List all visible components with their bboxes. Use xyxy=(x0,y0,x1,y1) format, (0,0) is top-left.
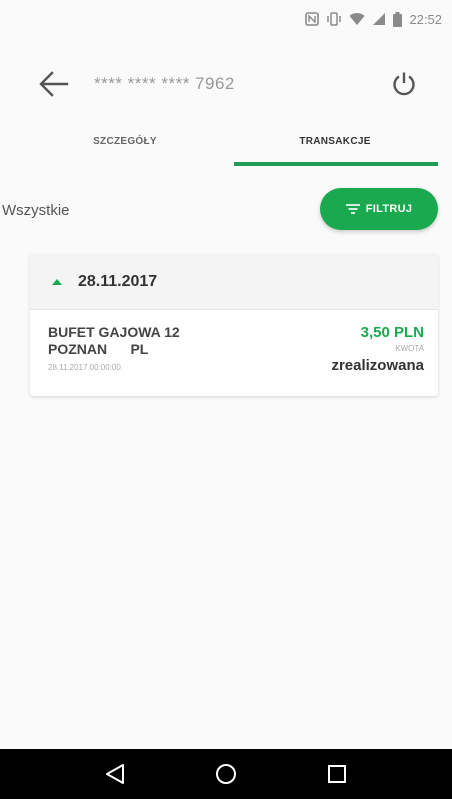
filter-label: Wszystkie xyxy=(2,202,70,219)
battery-icon xyxy=(393,11,403,27)
triangle-back-icon xyxy=(106,764,125,784)
active-tab-indicator xyxy=(234,162,438,166)
filter-button[interactable]: FILTRUJ xyxy=(320,188,438,230)
logout-button[interactable] xyxy=(384,64,424,104)
filter-button-label: FILTRUJ xyxy=(365,203,413,215)
transaction-date-header[interactable]: 28.11.2017 xyxy=(30,254,438,310)
transaction-date: 28.11.2017 xyxy=(78,272,158,290)
tab-label: TRANSAKCJE xyxy=(299,136,371,147)
transaction-amount-label: KWOTA xyxy=(395,344,424,353)
transaction-group: 28.11.2017 BUFET GAJOWA 12 POZNAN PL 28.… xyxy=(30,254,438,396)
card-number: **** **** **** 7962 xyxy=(94,74,235,93)
clock: 22:52 xyxy=(409,11,442,27)
arrow-left-icon xyxy=(39,71,69,97)
transaction-item[interactable]: BUFET GAJOWA 12 POZNAN PL 28.11.2017 00:… xyxy=(30,310,438,396)
transaction-datetime: 28.11.2017 00:00:00 xyxy=(48,363,121,372)
header: **** **** **** 7962 xyxy=(0,52,452,116)
square-recents-icon xyxy=(327,765,346,783)
nav-back-button[interactable] xyxy=(95,754,135,794)
signal-icon xyxy=(372,12,386,26)
transaction-status: zrealizowana xyxy=(331,357,424,374)
filter-icon xyxy=(345,204,360,214)
tab-szczegoly[interactable]: SZCZEGÓŁY xyxy=(20,128,230,168)
nav-recents-button[interactable] xyxy=(317,754,357,794)
navigation-bar xyxy=(0,749,452,799)
vibrate-icon xyxy=(326,12,342,26)
back-button[interactable] xyxy=(34,66,74,102)
status-bar: 22:52 xyxy=(0,0,452,38)
nfc-icon xyxy=(305,12,320,26)
transaction-amount: 3,50 PLN xyxy=(360,324,424,341)
transaction-merchant: BUFET GAJOWA 12 POZNAN PL xyxy=(48,324,180,357)
tab-label: SZCZEGÓŁY xyxy=(93,136,157,147)
circle-home-icon xyxy=(215,764,236,784)
nav-home-button[interactable] xyxy=(206,754,246,794)
wifi-icon xyxy=(349,12,365,26)
caret-up-icon xyxy=(52,279,62,285)
power-icon xyxy=(393,72,415,96)
